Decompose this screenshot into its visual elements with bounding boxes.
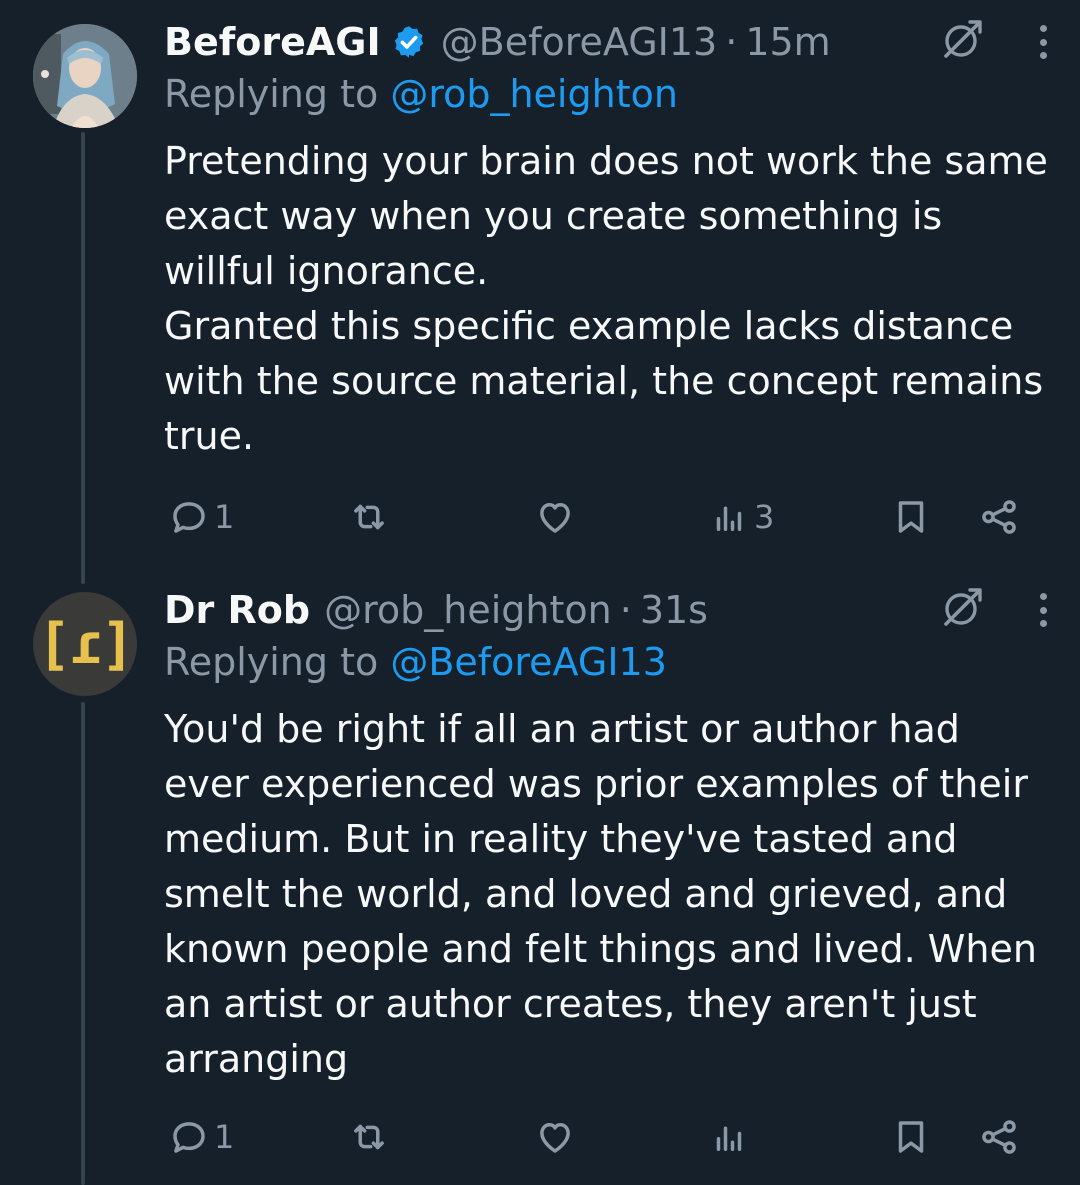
tweet[interactable]: [ɾ] Dr Rob @rob_heighton · 31s Replying … [0,582,1080,1182]
display-name[interactable]: BeforeAGI [164,20,381,64]
replying-to-label: Replying to [164,72,391,116]
more-vertical-icon[interactable] [1038,25,1048,59]
reply-icon [173,1122,205,1153]
replying-to-label: Replying to [164,640,391,684]
reply-count: 1 [214,498,235,536]
bookmark-button[interactable] [890,1112,932,1162]
replying-to: Replying to @BeforeAGI13 [164,640,667,684]
like-button[interactable] [534,1112,580,1162]
separator-dot: · [725,20,738,64]
avatar-glyph: [ɾ] [37,611,134,677]
tweet-action-bar: 1 [164,1112,1034,1162]
repost-button[interactable] [348,1112,394,1162]
bookmark-icon [898,1121,924,1153]
separator-dot: · [619,588,632,632]
tweet-header-actions [940,582,1048,638]
more-vertical-icon[interactable] [1038,593,1048,627]
tweet-header: Dr Rob @rob_heighton · 31s [164,582,708,638]
heart-icon [540,503,570,533]
tweet-text: Pretending your brain does not work the … [164,139,1048,458]
reply-count: 1 [214,1118,235,1156]
repost-icon [354,504,384,530]
heart-icon [540,1123,570,1153]
avatar-portrait-icon [33,24,137,128]
verified-badge-icon [391,24,427,60]
timestamp[interactable]: 31s [640,588,708,632]
grok-icon[interactable] [940,18,984,66]
views-count: 3 [754,498,775,536]
display-name[interactable]: Dr Rob [164,588,310,632]
tweet-header: BeforeAGI @BeforeAGI13 · 15m [164,14,831,70]
reply-button[interactable]: 1 [168,1112,234,1162]
tweet-action-bar: 1 3 [164,492,1034,542]
avatar[interactable]: [ɾ] [33,592,137,696]
avatar[interactable] [33,24,137,128]
views-button[interactable] [708,1112,754,1162]
replying-to: Replying to @rob_heighton [164,72,678,116]
tweet[interactable]: BeforeAGI @BeforeAGI13 · 15m Replying to… [0,14,1080,554]
views-button[interactable]: 3 [708,492,774,542]
share-icon [982,500,1016,534]
bookmark-icon [898,501,924,533]
replying-to-mention[interactable]: @rob_heighton [390,72,678,116]
repost-icon [354,1124,384,1150]
share-button[interactable] [978,492,1020,542]
grok-icon[interactable] [940,586,984,634]
user-handle[interactable]: @BeforeAGI13 [441,20,718,64]
share-icon [982,1120,1016,1154]
user-handle[interactable]: @rob_heighton [324,588,612,632]
like-button[interactable] [534,492,580,542]
tweet-text: You'd be right if all an artist or autho… [164,707,1049,1081]
views-icon [716,1126,742,1151]
replying-to-mention[interactable]: @BeforeAGI13 [390,640,667,684]
views-icon [716,506,742,531]
share-button[interactable] [978,1112,1020,1162]
bookmark-button[interactable] [890,492,932,542]
reply-icon [173,502,205,533]
timestamp[interactable]: 15m [745,20,830,64]
tweet-header-actions [940,14,1048,70]
reply-button[interactable]: 1 [168,492,234,542]
repost-button[interactable] [348,492,394,542]
